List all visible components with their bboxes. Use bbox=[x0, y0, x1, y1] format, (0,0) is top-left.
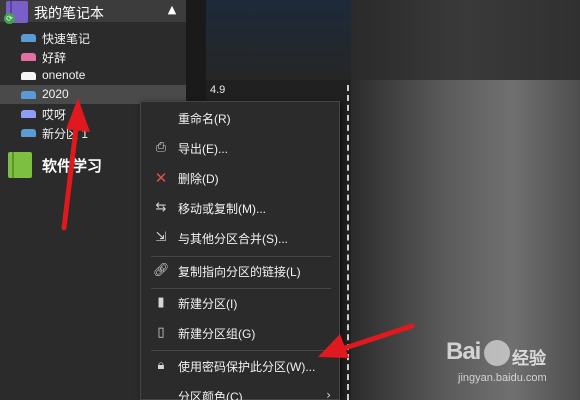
menu-item-new-section[interactable]: ▮ 新建分区(I) bbox=[141, 289, 339, 317]
chevron-up-icon[interactable]: ▲ bbox=[164, 2, 180, 18]
watermark-logo: Bai bbox=[446, 338, 481, 365]
section-item[interactable]: onenote bbox=[0, 66, 186, 85]
move-copy-icon: ⇆ bbox=[155, 200, 167, 215]
menu-item-merge[interactable]: ⇲ 与其他分区合并(S)... bbox=[141, 224, 339, 252]
menu-item-new-section-group[interactable]: ▯ 新建分区组(G) bbox=[141, 319, 339, 347]
section-label: 新分区 1 bbox=[42, 127, 89, 141]
menu-item-move-copy[interactable]: ⇆ 移动或复制(M)... bbox=[141, 194, 339, 222]
menu-item-label: 删除(D) bbox=[178, 172, 219, 186]
delete-icon: ✕ bbox=[154, 169, 168, 187]
menu-separator bbox=[151, 350, 331, 351]
notebook-title: 我的笔记本 bbox=[34, 5, 104, 21]
menu-item-section-color[interactable]: 分区颜色(C) › bbox=[141, 382, 339, 400]
menu-item-label: 重命名(R) bbox=[178, 112, 231, 126]
page-boundary bbox=[347, 85, 351, 400]
watermark-url: jingyan.baidu.com bbox=[458, 372, 547, 384]
section-label: 快速笔记 bbox=[42, 32, 91, 46]
menu-item-label: 复制指向分区的链接(L) bbox=[178, 265, 301, 279]
menu-item-export[interactable]: ⎙ 导出(E)... bbox=[141, 134, 339, 162]
section-tab-icon bbox=[21, 91, 36, 99]
blurred-region bbox=[206, 0, 351, 80]
link-icon: 🔗︎ bbox=[153, 263, 170, 278]
export-icon: ⎙ bbox=[155, 140, 167, 155]
menu-item-label: 使用密码保护此分区(W)... bbox=[178, 360, 316, 374]
section-label: 好辞 bbox=[42, 51, 67, 65]
new-section-group-icon: ▯ bbox=[157, 325, 165, 340]
section-item[interactable]: 快速笔记 bbox=[0, 28, 186, 47]
merge-icon: ⇲ bbox=[155, 230, 167, 245]
context-menu: 重命名(R) ⎙ 导出(E)... ✕ 删除(D) ⇆ 移动或复制(M)... … bbox=[140, 101, 340, 400]
menu-item-label: 移动或复制(M)... bbox=[178, 202, 266, 216]
section-label: 哎呀 bbox=[42, 108, 67, 122]
menu-item-rename[interactable]: 重命名(R) bbox=[141, 104, 339, 132]
menu-item-delete[interactable]: ✕ 删除(D) bbox=[141, 164, 339, 192]
notebook-icon bbox=[8, 152, 32, 178]
section-label: onenote bbox=[42, 68, 86, 82]
menu-item-label: 新建分区(I) bbox=[178, 297, 238, 311]
section-label: 2020 bbox=[42, 87, 69, 101]
menu-item-label: 导出(E)... bbox=[178, 142, 228, 156]
menu-item-label: 新建分区组(G) bbox=[178, 327, 256, 341]
new-section-icon: ▮ bbox=[157, 295, 165, 310]
paw-icon bbox=[484, 340, 510, 366]
page-date: 4.9 bbox=[210, 84, 226, 96]
menu-item-copy-link[interactable]: 🔗︎ 复制指向分区的链接(L) bbox=[141, 257, 339, 285]
menu-item-label: 与其他分区合并(S)... bbox=[178, 232, 288, 246]
notebook-title: 软件学习 bbox=[42, 158, 103, 175]
submenu-arrow-icon: › bbox=[326, 388, 331, 400]
blurred-region bbox=[351, 0, 580, 80]
watermark-text: 经验 bbox=[512, 349, 546, 368]
section-tab-icon bbox=[21, 129, 36, 137]
menu-item-password-protect[interactable]: 🔒︎ 使用密码保护此分区(W)... bbox=[141, 352, 339, 380]
menu-item-label: 分区颜色(C) bbox=[178, 390, 243, 400]
section-tab-icon bbox=[21, 34, 36, 42]
sync-icon: ⟳ bbox=[4, 13, 15, 24]
color-icon bbox=[153, 388, 169, 400]
section-tab-icon bbox=[21, 72, 36, 80]
section-item[interactable]: 好辞 bbox=[0, 47, 186, 66]
notebook-header[interactable]: ⟳ 我的笔记本 ▲ bbox=[0, 0, 186, 24]
section-tab-icon bbox=[21, 110, 36, 118]
lock-icon: 🔒︎ bbox=[157, 358, 165, 373]
section-tab-icon bbox=[21, 53, 36, 61]
